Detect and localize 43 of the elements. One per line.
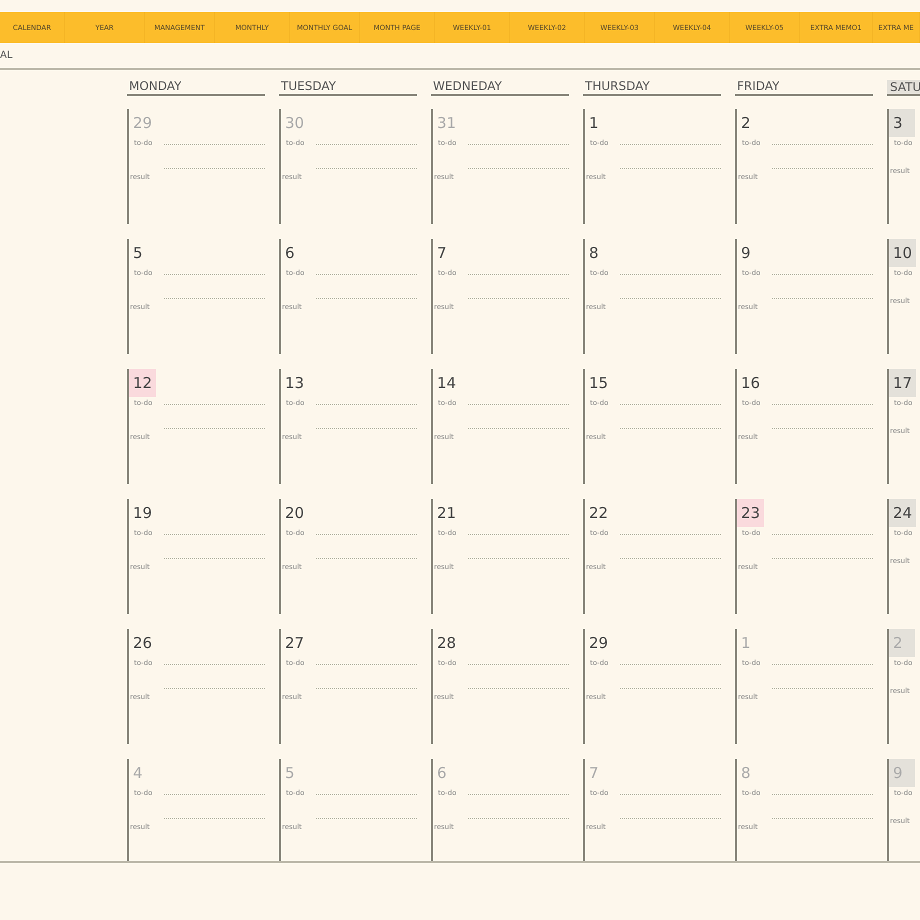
page-title: AL bbox=[0, 50, 12, 61]
day-number: 7 bbox=[436, 243, 448, 264]
day-number: 19 bbox=[132, 503, 154, 524]
day-number: 21 bbox=[436, 503, 458, 524]
day-number: 28 bbox=[436, 633, 458, 654]
day-number: 5 bbox=[284, 763, 296, 784]
day-number: 22 bbox=[588, 503, 610, 524]
day-number: 24 bbox=[889, 499, 916, 527]
day-number: 14 bbox=[436, 373, 458, 394]
day-number: 26 bbox=[132, 633, 154, 654]
weekday-header: FRIDAY bbox=[736, 79, 780, 94]
day-number: 15 bbox=[588, 373, 610, 394]
day-number: 29 bbox=[132, 113, 154, 134]
day-number: 31 bbox=[436, 113, 458, 134]
weekday-header: WEDNEDAY bbox=[432, 79, 502, 94]
day-number: 17 bbox=[889, 369, 916, 397]
day-number: 23 bbox=[737, 499, 764, 527]
day-number: 5 bbox=[132, 243, 144, 264]
day-number: 9 bbox=[889, 759, 915, 787]
weekday-header: MONDAY bbox=[128, 79, 182, 94]
weekday-header: THURSDAY bbox=[584, 79, 650, 94]
day-number: 20 bbox=[284, 503, 306, 524]
day-number: 1 bbox=[588, 113, 600, 134]
day-number: 10 bbox=[889, 239, 916, 267]
day-number: 12 bbox=[129, 369, 156, 397]
day-number: 30 bbox=[284, 113, 306, 134]
day-number: 8 bbox=[588, 243, 600, 264]
day-number: 7 bbox=[588, 763, 600, 784]
day-number: 29 bbox=[588, 633, 610, 654]
day-number: 2 bbox=[889, 629, 915, 657]
day-number: 6 bbox=[284, 243, 296, 264]
day-number: 3 bbox=[889, 109, 915, 137]
weekday-header: TUESDAY bbox=[280, 79, 336, 94]
day-number: 13 bbox=[284, 373, 306, 394]
day-number: 27 bbox=[284, 633, 306, 654]
day-number: 2 bbox=[740, 113, 752, 134]
day-number: 4 bbox=[132, 763, 144, 784]
day-number: 1 bbox=[740, 633, 752, 654]
weekday-header: SATU bbox=[887, 80, 920, 94]
day-number: 8 bbox=[740, 763, 752, 784]
day-number: 9 bbox=[740, 243, 752, 264]
day-number: 16 bbox=[740, 373, 762, 394]
day-number: 6 bbox=[436, 763, 448, 784]
